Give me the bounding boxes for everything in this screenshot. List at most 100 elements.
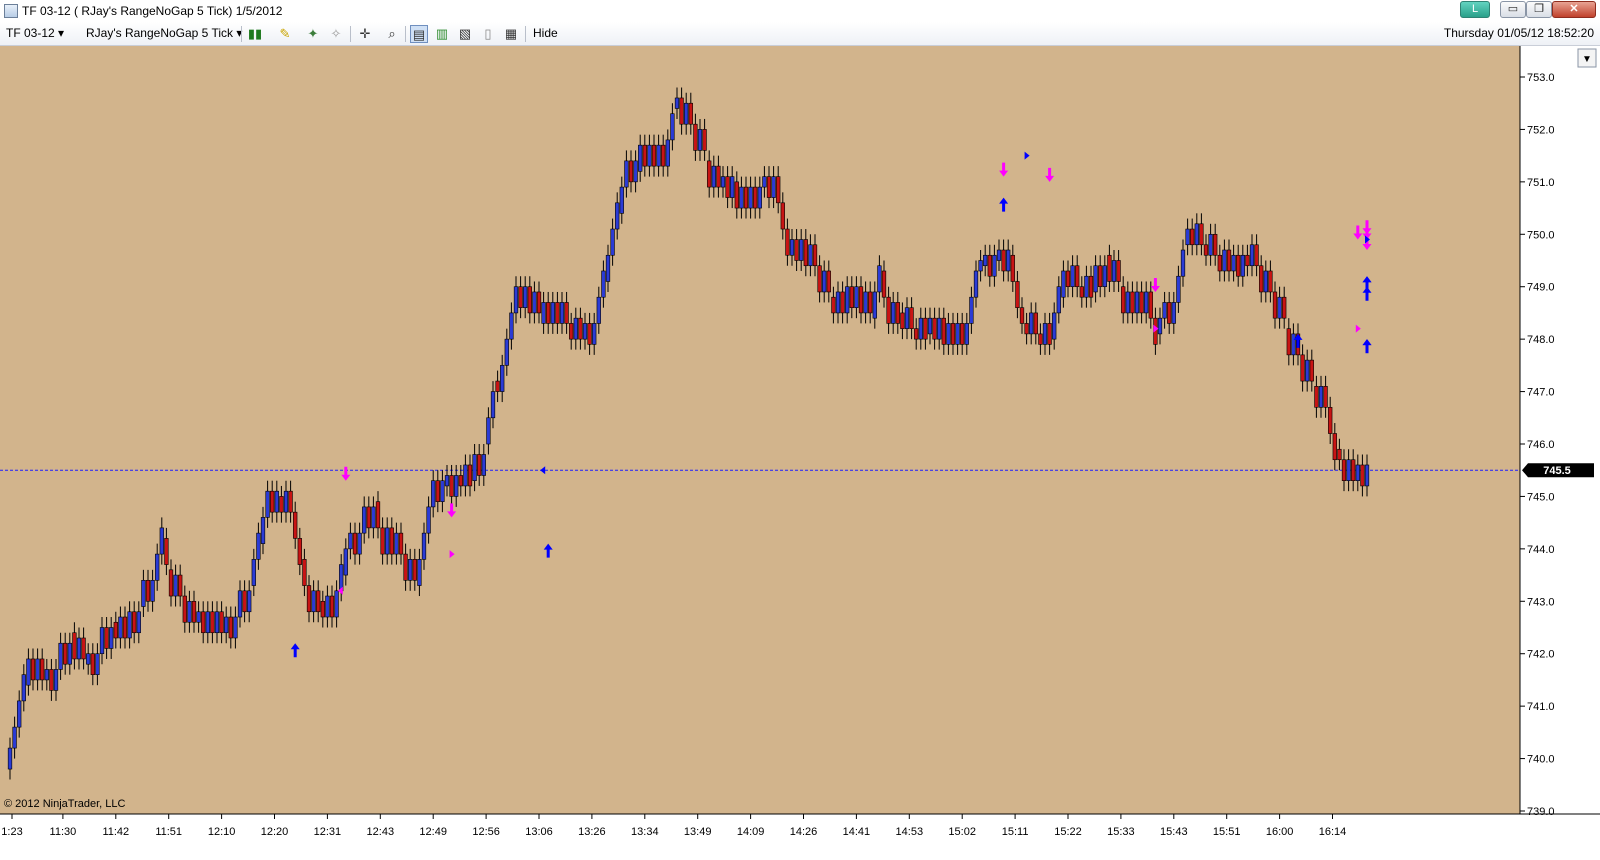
candle-body <box>840 291 845 314</box>
candle-body <box>348 532 353 550</box>
candle-body <box>21 674 26 702</box>
crosshair-icon[interactable]: ✛ <box>356 25 374 43</box>
plot-area[interactable] <box>0 46 1520 814</box>
candle-body <box>412 559 417 581</box>
candle-body <box>596 296 601 324</box>
candle-body <box>550 302 555 324</box>
candle-body <box>513 286 519 314</box>
candle-body <box>325 595 330 618</box>
candle-body <box>973 270 979 298</box>
current-price-badge: 745.5 <box>1522 463 1594 478</box>
hide-button[interactable]: Hide <box>533 26 558 40</box>
candle-body <box>697 129 703 151</box>
candle-body <box>661 144 666 167</box>
strategy-icon[interactable]: ✧ <box>327 25 345 43</box>
candle-body <box>201 611 206 634</box>
candle-body <box>205 611 210 634</box>
candle-body <box>1249 244 1255 267</box>
candle-body <box>684 102 689 125</box>
candle-body <box>1056 286 1061 314</box>
candle-body <box>504 338 509 366</box>
scroll-menu-button[interactable]: ▼ <box>1577 48 1597 68</box>
candle-body <box>918 317 923 340</box>
candle-body <box>1148 291 1153 319</box>
print-icon[interactable]: ▯ <box>479 25 497 43</box>
candle-body <box>753 186 758 209</box>
candle-body <box>109 627 114 649</box>
toolbar-separator <box>525 26 526 42</box>
indicator-icon[interactable]: ✦ <box>304 25 322 43</box>
candle-body <box>1360 464 1365 487</box>
maximize-button[interactable]: ❐ <box>1526 1 1552 18</box>
candle-body <box>877 265 882 293</box>
time-tick-label: 11:42 <box>102 826 129 838</box>
candle-body <box>900 312 905 329</box>
candle-body <box>739 186 744 209</box>
candle-body <box>1111 260 1117 282</box>
candle-body <box>1328 406 1333 434</box>
time-tick-label: 14:41 <box>843 826 871 838</box>
candle-body <box>371 506 376 529</box>
zoom-icon[interactable]: ⌕ <box>383 25 401 43</box>
candle-body <box>734 181 739 209</box>
instrument-selector[interactable]: TF 03-12 ▾ <box>6 26 64 40</box>
candle-body <box>339 564 344 592</box>
candle-body <box>1015 281 1020 308</box>
candle-body <box>1314 386 1319 408</box>
candle-body <box>564 302 569 324</box>
candle-body <box>628 160 634 183</box>
candle-body <box>288 490 293 513</box>
candle-body <box>260 517 266 544</box>
candle-body <box>670 113 675 141</box>
close-button[interactable]: ✕ <box>1552 1 1596 18</box>
candle-body <box>642 144 647 167</box>
time-tick-label: 15:43 <box>1160 826 1188 838</box>
candle-body <box>1065 270 1071 288</box>
candle-body <box>72 632 77 660</box>
time-tick-label: 13:06 <box>525 826 553 838</box>
candle-body <box>1190 228 1195 246</box>
time-tick-label: 16:14 <box>1319 826 1347 838</box>
candle-body <box>1139 291 1144 314</box>
drawing-tool-icon[interactable]: ✎ <box>276 25 294 43</box>
candle-body <box>95 653 100 675</box>
candle-body <box>398 532 404 555</box>
candle-body <box>927 317 933 335</box>
candle-body <box>173 574 178 597</box>
order-icon[interactable]: ▦ <box>502 25 520 43</box>
candle-body <box>932 317 937 340</box>
candle-body <box>1130 291 1135 314</box>
candle-body <box>1203 244 1209 256</box>
chart-trader-icon[interactable]: ▥ <box>433 25 451 43</box>
price-tick-label: 747.0 <box>1527 387 1555 399</box>
candle-body <box>1236 254 1241 277</box>
time-tick-label: 14:09 <box>737 826 765 838</box>
candle-body <box>1001 249 1006 272</box>
candle-body <box>794 239 799 261</box>
candle-body <box>1185 228 1190 246</box>
data-box-icon[interactable]: ▤ <box>410 25 428 43</box>
candle-body <box>127 611 132 639</box>
minimize-button[interactable]: ▭ <box>1500 1 1526 18</box>
candle-body <box>12 726 17 749</box>
bar-type-icon[interactable]: ▮▮ <box>246 25 264 43</box>
properties-icon[interactable]: ▧ <box>456 25 474 43</box>
price-chart[interactable]: 739.0 740.0 741.0 742.0 743.0 744.0 745.0 746.0… <box>0 46 1600 860</box>
period-selector[interactable]: RJay's RangeNoGap 5 Tick ▾ <box>86 26 242 40</box>
candle-body <box>274 490 279 513</box>
candle-body <box>1010 254 1015 282</box>
candle-body <box>1355 464 1360 482</box>
candle-body <box>168 569 174 597</box>
candle-body <box>63 642 68 665</box>
candle-body <box>1194 223 1199 246</box>
candle-body <box>145 580 151 602</box>
candle-body <box>776 176 781 204</box>
candle-body <box>256 532 261 560</box>
link-button[interactable]: L <box>1460 1 1490 18</box>
candle-body <box>766 176 772 198</box>
candle-body <box>1291 333 1296 356</box>
candle-body <box>762 176 767 188</box>
candle-body <box>826 270 831 293</box>
candle-body <box>1217 254 1222 272</box>
price-axis[interactable] <box>1520 46 1600 814</box>
